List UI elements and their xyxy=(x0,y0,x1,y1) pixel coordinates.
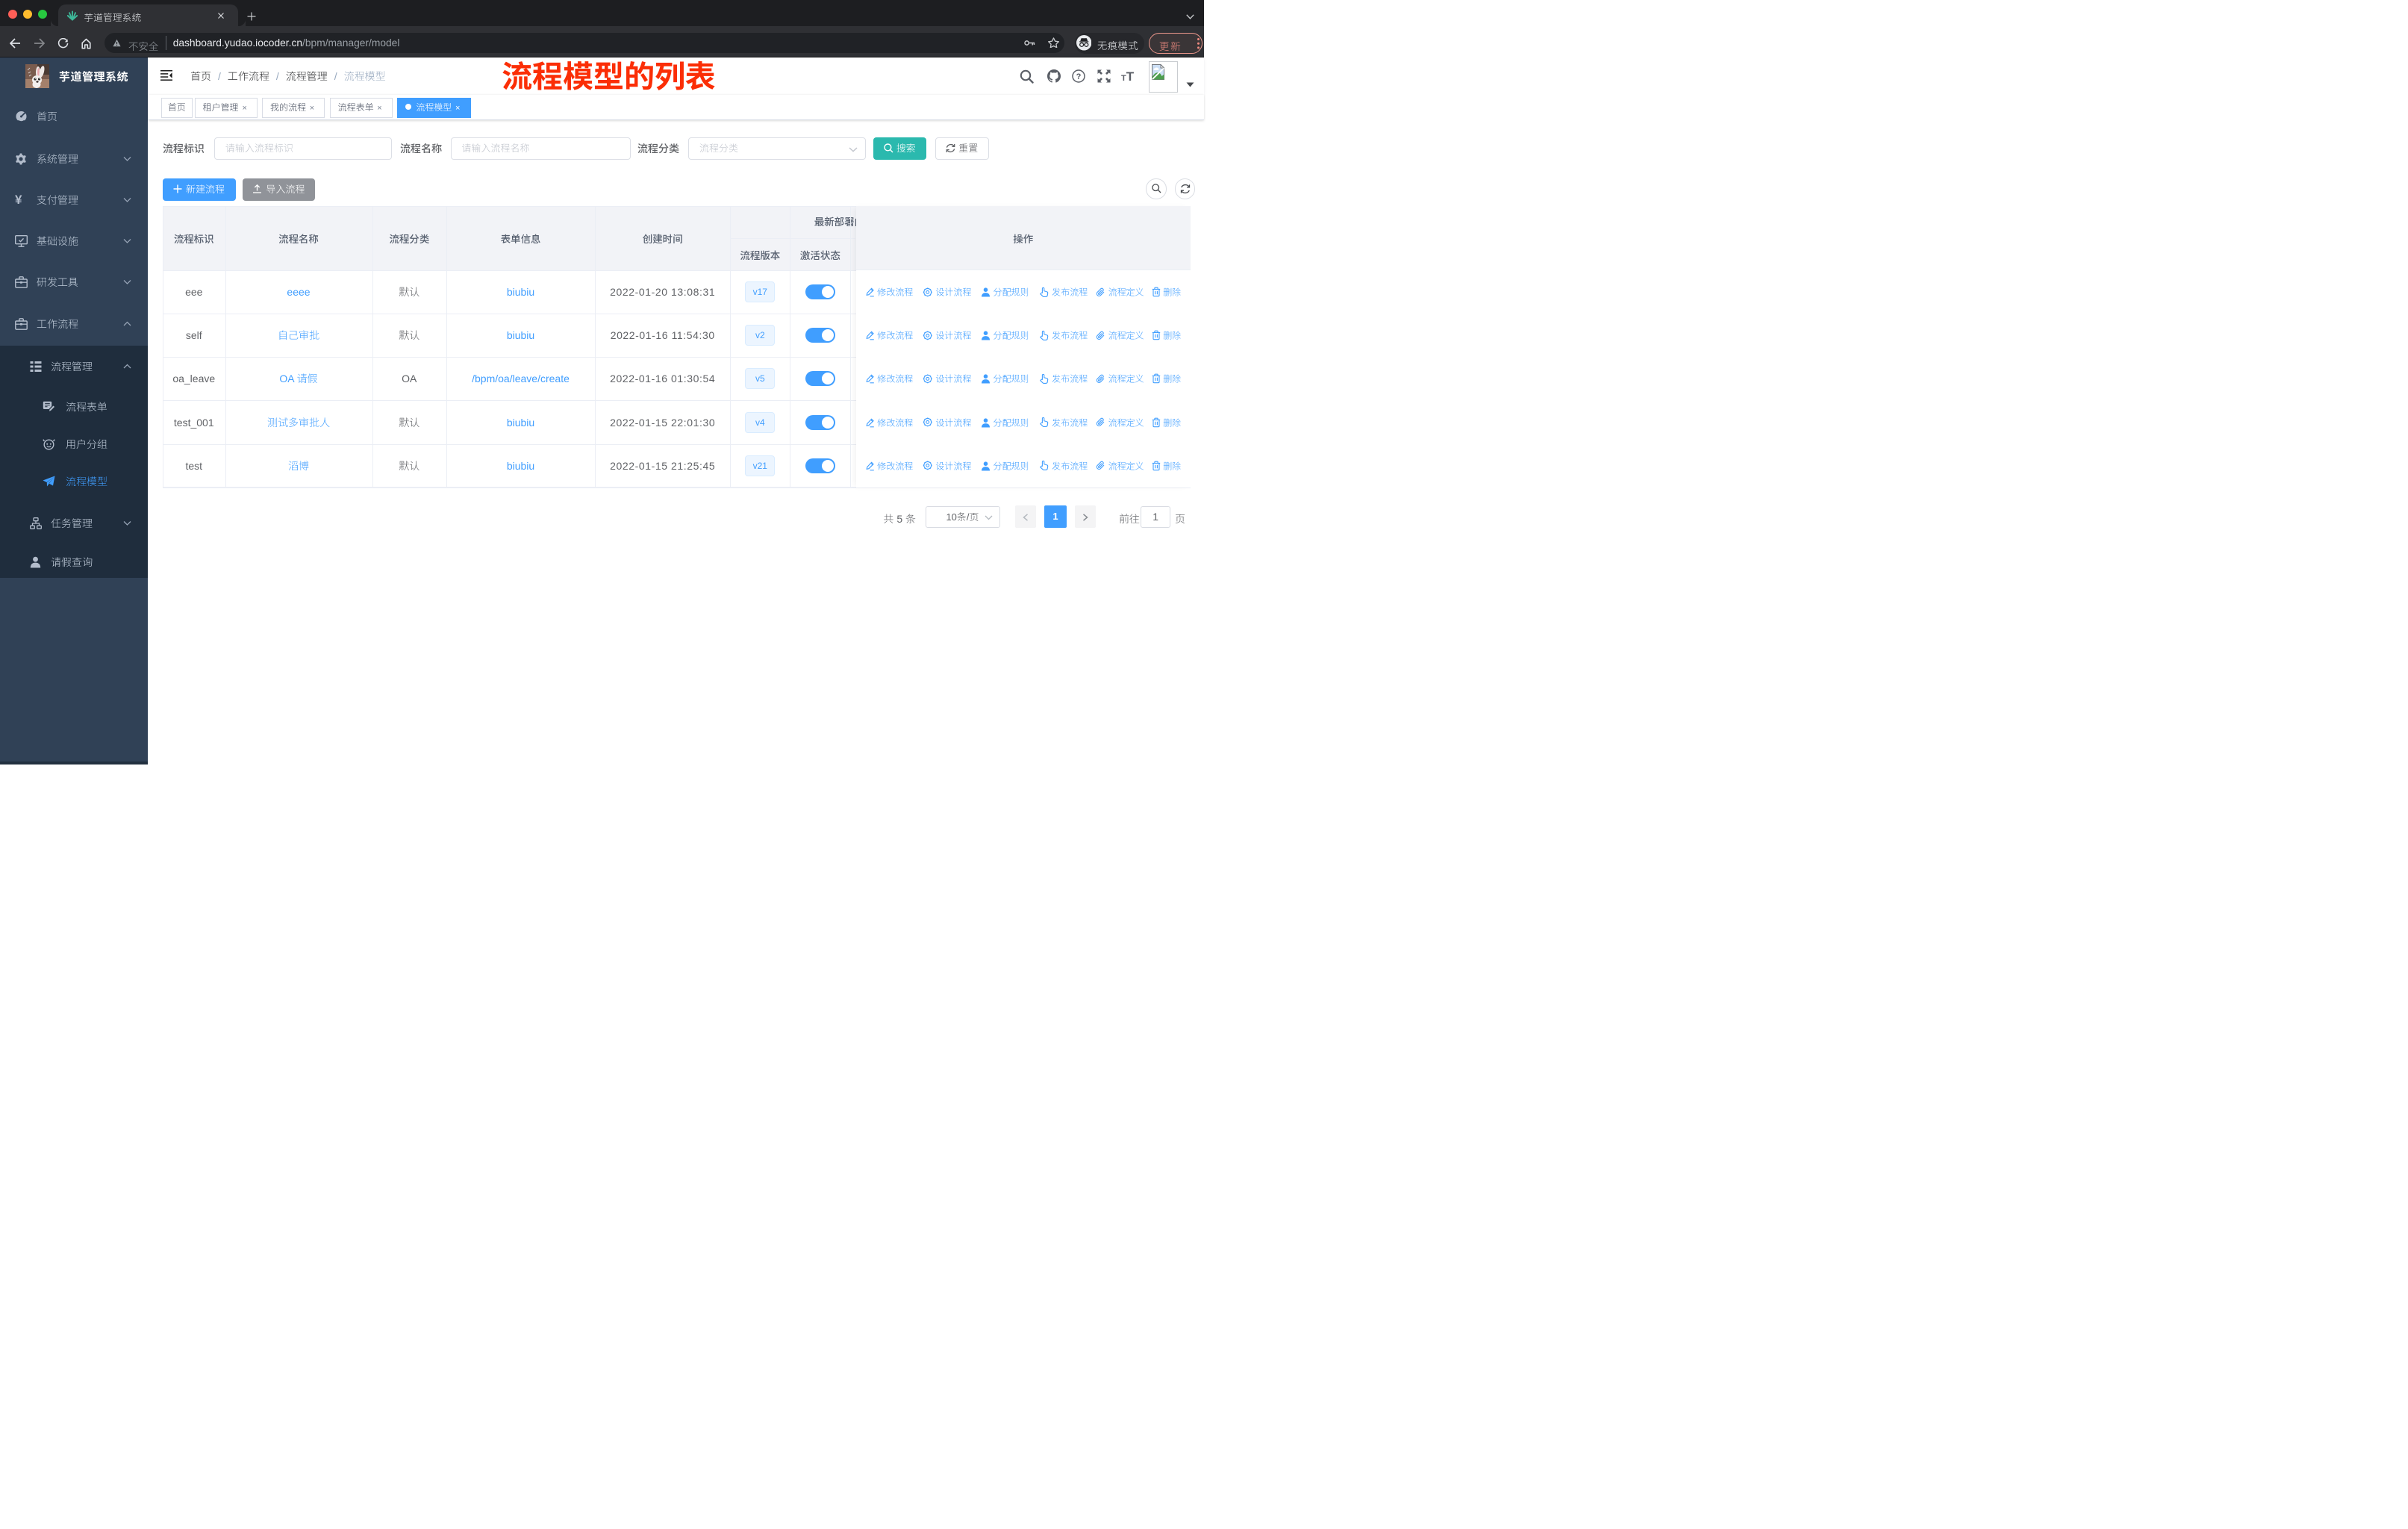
svg-text:?: ? xyxy=(1076,72,1082,81)
